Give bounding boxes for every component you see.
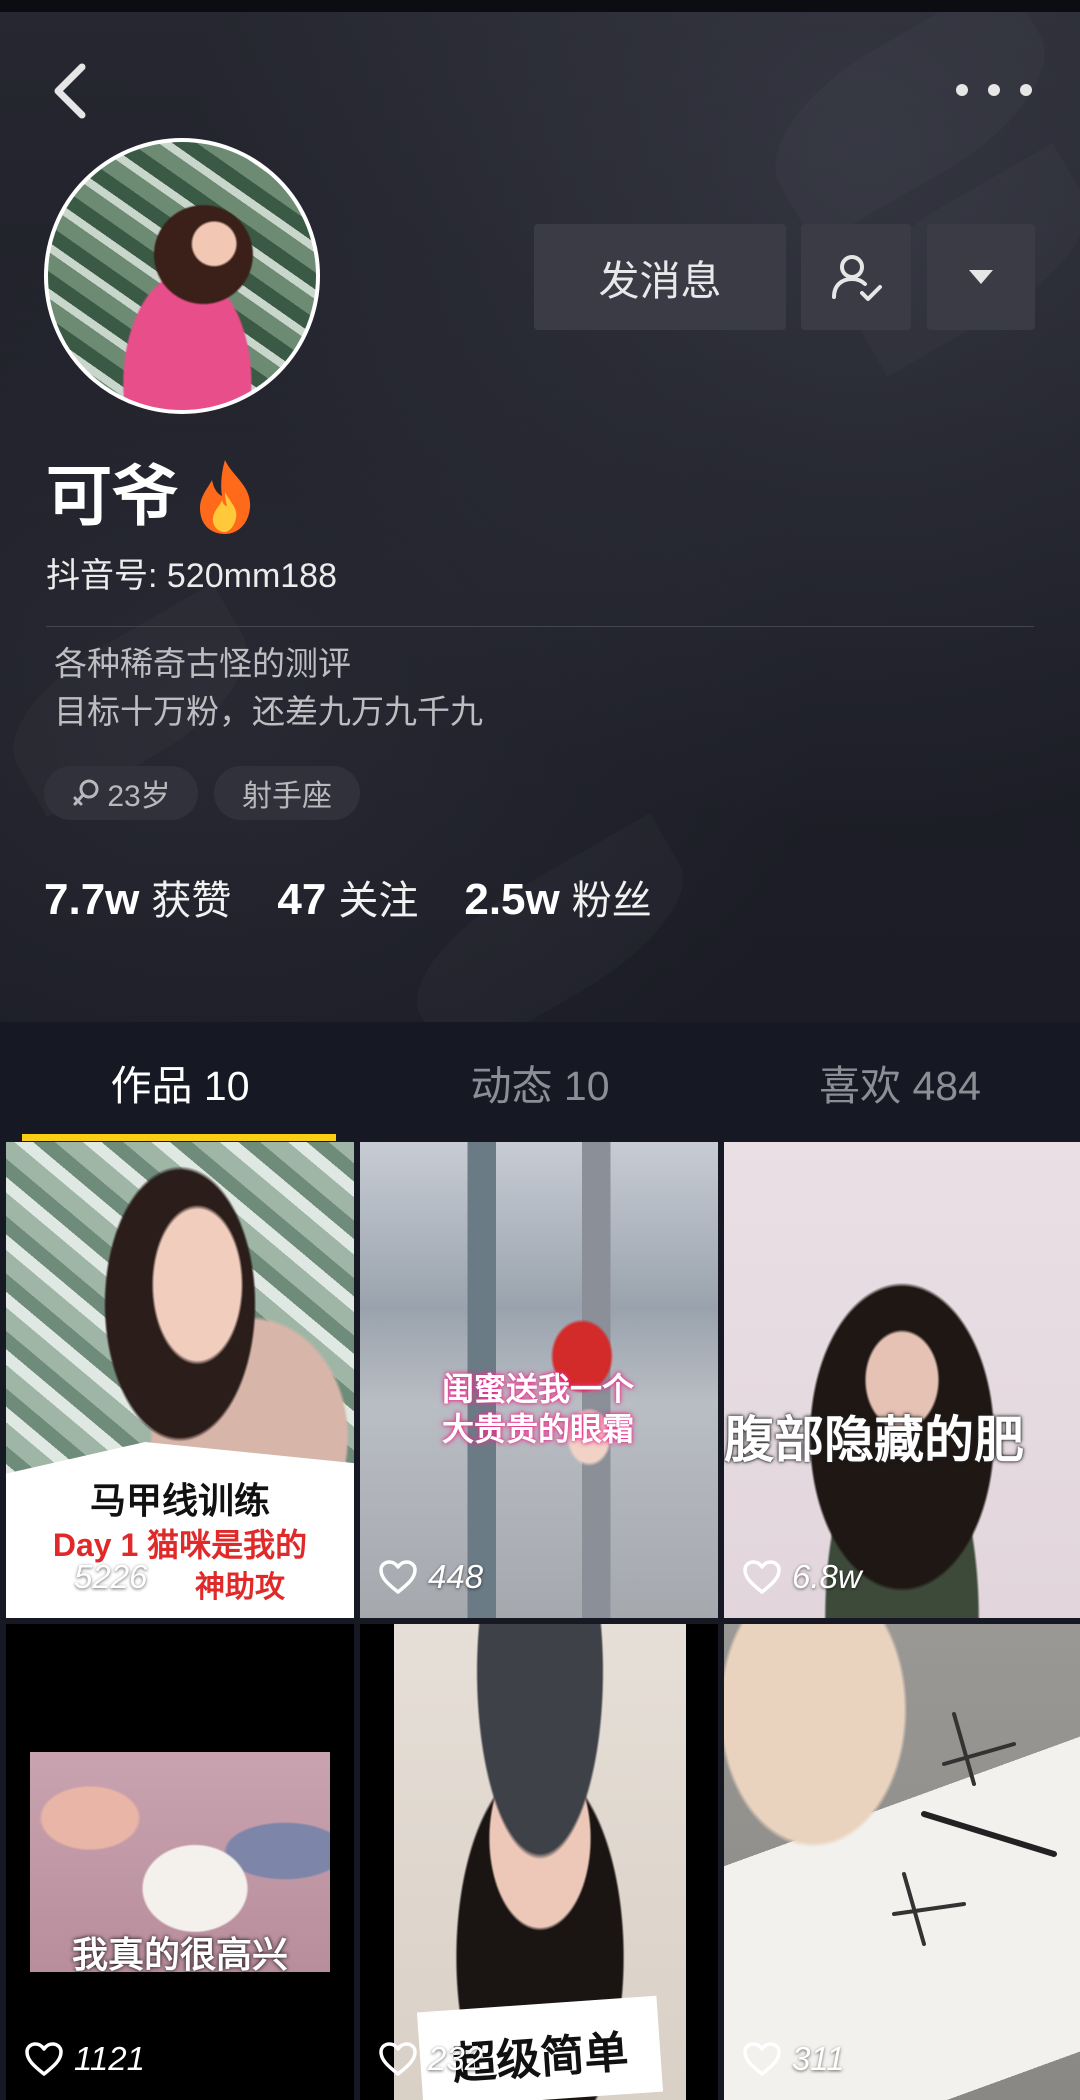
likes-count: 5226: [74, 1558, 148, 1595]
followed-button[interactable]: [801, 224, 911, 330]
heart-icon: [379, 2042, 417, 2076]
likes-stat[interactable]: 7.7w 获赞: [44, 868, 231, 926]
followers-label: 粉丝: [571, 879, 652, 923]
active-tab-indicator: [22, 1134, 336, 1141]
video-thumbnail[interactable]: 闺蜜送我一个 大贵贵的眼霜 448: [360, 1142, 718, 1618]
triangle-down-icon: [969, 270, 993, 284]
heart-icon: [379, 1560, 417, 1594]
likes-count: 6.8w: [792, 1558, 862, 1595]
video-thumbnail[interactable]: 311: [724, 1624, 1080, 2100]
bio: 各种稀奇古怪的测评 目标十万粉，还差九万九千九: [54, 640, 483, 736]
video-likes: 6.8w: [742, 1558, 862, 1596]
heart-icon: [25, 1560, 63, 1594]
video-thumbnail[interactable]: 我真的很高兴 1121: [6, 1624, 354, 2100]
user-check-icon: [832, 255, 882, 301]
stats-row: 7.7w 获赞 47 关注 2.5w 粉丝: [44, 868, 698, 926]
avatar[interactable]: [44, 138, 320, 414]
chevron-left-icon: [54, 63, 86, 119]
video-thumbnail[interactable]: 超级简单 232: [360, 1624, 718, 2100]
recommend-dropdown-button[interactable]: [927, 224, 1035, 330]
video-caption: 腹部隐藏的肥: [724, 1412, 1024, 1468]
bio-line: 目标十万粉，还差九万九千九: [54, 693, 483, 730]
zodiac-label: 射手座: [242, 780, 332, 813]
following-count: 47: [277, 875, 327, 924]
heart-icon: [743, 1560, 781, 1594]
send-message-button[interactable]: 发消息: [534, 224, 786, 330]
likes-count: 232: [428, 2040, 484, 2077]
more-dot: [1020, 84, 1032, 96]
following-label: 关注: [338, 879, 419, 923]
send-message-label: 发消息: [598, 258, 722, 304]
female-icon: [73, 779, 99, 806]
video-caption: 神助攻: [195, 1571, 285, 1604]
zodiac-tag: 射手座: [214, 766, 360, 820]
video-likes: 448: [378, 1558, 483, 1596]
video-thumbnail[interactable]: 腹部隐藏的肥 6.8w: [724, 1142, 1080, 1618]
likes-label: 获赞: [151, 879, 232, 923]
followers-count: 2.5w: [464, 875, 560, 924]
heart-icon: [25, 2042, 63, 2076]
username: 可爷: [46, 459, 178, 533]
age-tag: 23岁: [44, 766, 198, 820]
video-likes: 232: [378, 2040, 483, 2078]
divider: [46, 626, 1034, 627]
back-button[interactable]: [40, 56, 100, 126]
age-label: 23岁: [107, 780, 171, 813]
bio-line: 各种稀奇古怪的测评: [54, 645, 351, 682]
tab-moments-label: 动态 10: [470, 1063, 610, 1109]
video-likes: 1121: [24, 2040, 145, 2078]
likes-count: 1121: [74, 2040, 145, 2077]
douyin-id: 抖音号: 520mm188: [46, 557, 337, 595]
heart-icon: [743, 2042, 781, 2076]
profile-tabs: 作品 10 动态 10 喜欢 484: [0, 1022, 1080, 1142]
tab-likes-label: 喜欢 484: [819, 1063, 981, 1109]
likes-count: 448: [428, 1558, 484, 1595]
tab-works-label: 作品 10: [110, 1063, 250, 1109]
more-dot: [988, 84, 1000, 96]
fire-icon: [200, 460, 251, 534]
video-likes: 311: [742, 2040, 845, 2078]
tab-likes[interactable]: 喜欢 484: [720, 1022, 1080, 1142]
likes-count: 7.7w: [44, 875, 140, 924]
video-grid: 马甲线训练 Day 1 猫咪是我的 神助攻 5226 闺蜜送我一个 大贵贵的眼霜…: [0, 1142, 1080, 2100]
video-likes: 5226: [24, 1558, 147, 1596]
video-caption: 大贵贵的眼霜: [442, 1411, 635, 1447]
video-cover: [724, 1142, 1080, 1618]
video-thumbnail[interactable]: 马甲线训练 Day 1 猫咪是我的 神助攻 5226: [6, 1142, 354, 1618]
followers-stat[interactable]: 2.5w 粉丝: [464, 868, 651, 926]
more-dots-icon: [956, 84, 968, 96]
likes-count: 311: [792, 2040, 845, 2077]
handwriting-sketch: [892, 1712, 1057, 1946]
video-caption: 马甲线训练: [89, 1480, 270, 1521]
video-caption: 我真的很高兴: [71, 1934, 288, 1975]
status-bar: [0, 0, 1080, 12]
username-row: 可爷: [46, 458, 258, 534]
tab-moments[interactable]: 动态 10: [360, 1022, 720, 1142]
tab-works[interactable]: 作品 10: [0, 1022, 360, 1142]
following-stat[interactable]: 47 关注: [277, 868, 418, 926]
more-options-button[interactable]: [956, 68, 1032, 112]
